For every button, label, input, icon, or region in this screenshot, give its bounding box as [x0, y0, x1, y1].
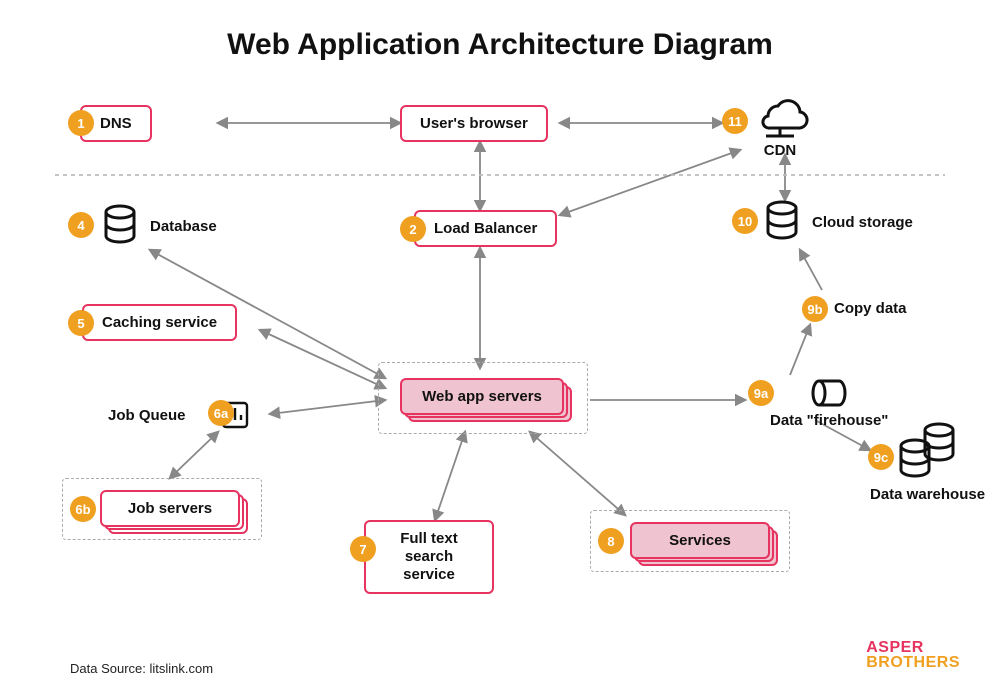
- badge-dns: 1: [68, 110, 94, 136]
- firehose-icon: [809, 378, 849, 408]
- logo-line2: BROTHERS: [866, 655, 960, 670]
- badge-warehouse: 9c: [868, 444, 894, 470]
- cloud-storage-label: Cloud storage: [812, 214, 913, 231]
- job-queue-label: Job Queue: [108, 407, 186, 424]
- node-cloud-storage: Cloud storage: [762, 200, 913, 244]
- cdn-label: CDN: [764, 142, 797, 159]
- node-database: Database: [100, 204, 217, 248]
- node-job-servers: Job servers: [100, 490, 240, 527]
- badge-services: 8: [598, 528, 624, 554]
- web-app-label: Web app servers: [422, 388, 542, 405]
- browser-box: User's browser: [400, 105, 548, 142]
- browser-label: User's browser: [420, 115, 528, 132]
- fulltext-label: Full text search service: [400, 530, 458, 583]
- dns-label: DNS: [100, 115, 132, 132]
- badge-fulltext: 7: [350, 536, 376, 562]
- fulltext-box: Full text search service: [364, 520, 494, 594]
- node-browser: User's browser: [400, 105, 548, 142]
- logo-line1: ASPER: [866, 640, 960, 655]
- badge-job-queue: 6a: [208, 400, 234, 426]
- badge-lb: 2: [400, 216, 426, 242]
- cloud-icon: [750, 92, 810, 140]
- diagram-canvas: 1 DNS User's browser 11 CDN 2 Load Balan…: [0, 0, 1000, 700]
- services-label: Services: [669, 532, 731, 549]
- database-icon: [100, 204, 140, 248]
- node-web-app: Web app servers: [400, 378, 564, 415]
- load-balancer-box: Load Balancer: [414, 210, 557, 247]
- warehouse-icon: [893, 420, 963, 482]
- node-copy-data: Copy data: [834, 300, 907, 317]
- web-app-box: Web app servers: [400, 378, 564, 415]
- badge-job-servers: 6b: [70, 496, 96, 522]
- data-source: Data Source: litslink.com: [70, 661, 213, 676]
- node-cdn: CDN: [750, 92, 810, 159]
- copy-data-label: Copy data: [834, 300, 907, 317]
- warehouse-label: Data warehouse: [870, 486, 985, 503]
- node-caching: Caching service: [82, 304, 237, 341]
- logo: ASPER BROTHERS: [866, 640, 960, 670]
- badge-copydata: 9b: [802, 296, 828, 322]
- badge-cache: 5: [68, 310, 94, 336]
- badge-db: 4: [68, 212, 94, 238]
- database-label: Database: [150, 218, 217, 235]
- node-fulltext: Full text search service: [364, 520, 494, 594]
- load-balancer-label: Load Balancer: [434, 220, 537, 237]
- caching-box: Caching service: [82, 304, 237, 341]
- badge-cloud: 10: [732, 208, 758, 234]
- badge-firehose: 9a: [748, 380, 774, 406]
- badge-cdn: 11: [722, 108, 748, 134]
- cloud-storage-icon: [762, 200, 802, 244]
- node-load-balancer: Load Balancer: [414, 210, 557, 247]
- job-servers-label: Job servers: [128, 500, 212, 517]
- services-box: Services: [630, 522, 770, 559]
- node-services: Services: [630, 522, 770, 559]
- caching-label: Caching service: [102, 314, 217, 331]
- job-servers-box: Job servers: [100, 490, 240, 527]
